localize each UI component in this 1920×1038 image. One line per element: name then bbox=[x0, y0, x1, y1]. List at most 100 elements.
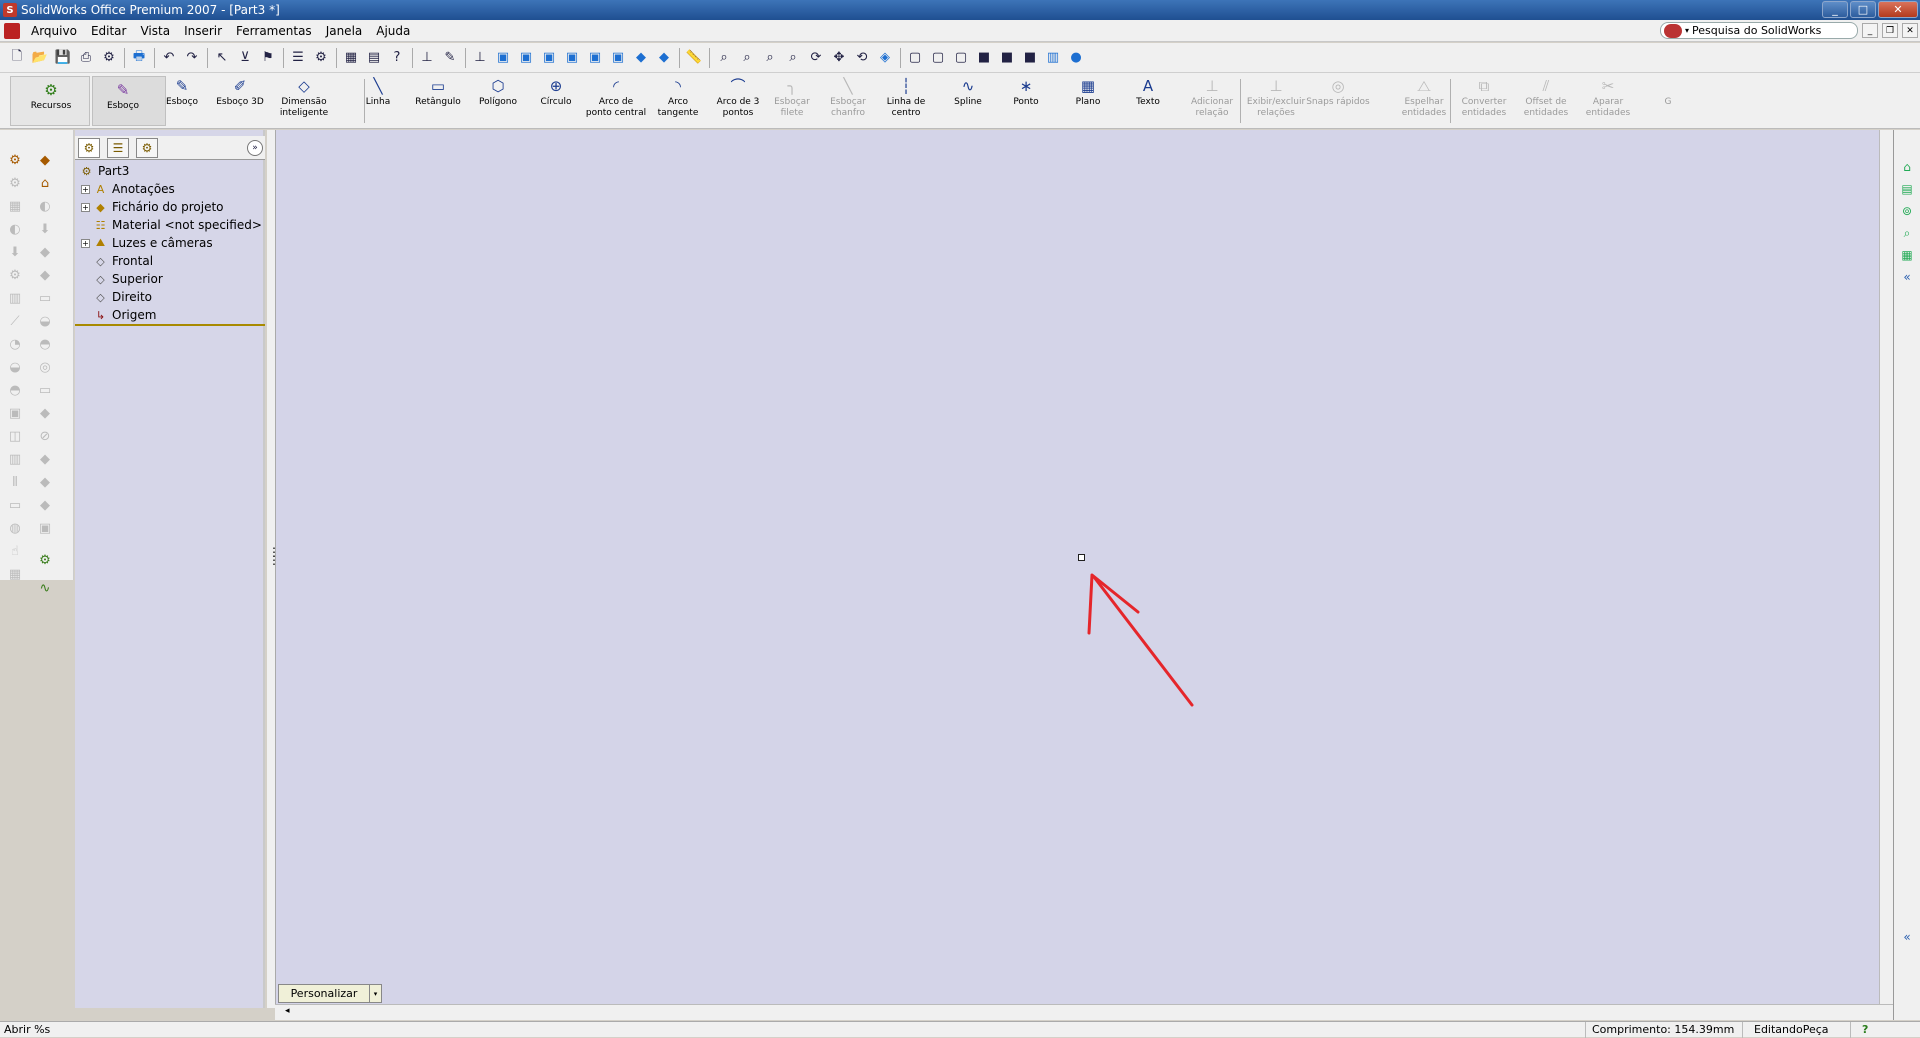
doc-restore-button[interactable]: ❐ bbox=[1882, 23, 1898, 38]
zoom-inout-icon[interactable]: ⌕ bbox=[759, 47, 781, 69]
tree-item[interactable]: ◇ Direito bbox=[81, 288, 152, 306]
customize-control[interactable]: Personalizar ▾ bbox=[278, 984, 382, 1003]
feature-tool-icon[interactable]: ▭ bbox=[33, 380, 57, 400]
shaded-edges-icon[interactable]: ■ bbox=[973, 47, 995, 69]
save-icon[interactable]: 💾 bbox=[52, 47, 74, 69]
configuration-manager-tab-icon[interactable]: ⚙ bbox=[136, 138, 158, 158]
converter-entidades-button[interactable]: ⧉ Converter entidades bbox=[1457, 75, 1511, 127]
tree-item[interactable]: ◇ Frontal bbox=[81, 252, 153, 270]
sketch-tools-icon[interactable]: ✎ bbox=[439, 47, 461, 69]
dimetric-icon[interactable]: ◆ bbox=[653, 47, 675, 69]
rollback-bar[interactable] bbox=[75, 324, 265, 326]
measure-icon[interactable]: 📏 bbox=[683, 47, 705, 69]
linha-button[interactable]: ╲ Linha bbox=[353, 75, 403, 127]
print-preview-icon[interactable]: 🖶 bbox=[128, 47, 150, 69]
property-manager-tab-icon[interactable]: ☰ bbox=[107, 138, 129, 158]
view-palette-icon[interactable]: ▦ bbox=[1898, 246, 1916, 264]
minimize-button[interactable]: _ bbox=[1822, 1, 1848, 18]
normal-to-icon[interactable]: ⊥ bbox=[469, 47, 491, 69]
isometric-icon[interactable]: ◆ bbox=[630, 47, 652, 69]
feature-tool-icon[interactable]: ◍ bbox=[3, 518, 27, 538]
collapse-panel-icon[interactable]: » bbox=[247, 140, 263, 156]
sketch-relations-icon[interactable]: ⊥ bbox=[416, 47, 438, 69]
layer-icon[interactable]: ▤ bbox=[363, 47, 385, 69]
shaded-icon[interactable]: ■ bbox=[996, 47, 1018, 69]
zoom-selection-icon[interactable]: ⌕ bbox=[782, 47, 804, 69]
section-view-icon[interactable]: ▥ bbox=[1042, 47, 1064, 69]
collapse-icon[interactable]: « bbox=[1898, 268, 1916, 286]
hidden-lines-removed-icon[interactable]: ▢ bbox=[950, 47, 972, 69]
feature-tool-icon[interactable]: ⚙ bbox=[3, 265, 27, 285]
left-view-icon[interactable]: ▣ bbox=[538, 47, 560, 69]
feature-tool-icon[interactable]: ◓ bbox=[33, 334, 57, 354]
feature-tool-icon[interactable]: ▣ bbox=[33, 518, 57, 538]
feature-tool-icon[interactable]: ◐ bbox=[3, 219, 27, 239]
feature-tool-icon[interactable]: ▥ bbox=[3, 288, 27, 308]
help-icon[interactable]: ? bbox=[1862, 1023, 1868, 1036]
snaps-rapidos-button[interactable]: ◎ Snaps rápidos bbox=[1305, 75, 1371, 127]
maximize-button[interactable]: □ bbox=[1850, 1, 1876, 18]
rebuild-icon[interactable]: ⚑ bbox=[257, 47, 279, 69]
vertical-scrollbar[interactable] bbox=[1879, 130, 1893, 1004]
tree-item[interactable]: + ◆ Fichário do projeto bbox=[81, 198, 224, 216]
texto-button[interactable]: A Texto bbox=[1123, 75, 1173, 127]
offset-entidades-button[interactable]: ⫽ Offset de entidades bbox=[1517, 75, 1575, 127]
tree-item[interactable]: + A Anotações bbox=[81, 180, 175, 198]
file-explorer-icon[interactable]: ⊚ bbox=[1898, 202, 1916, 220]
feature-tool-icon[interactable]: ▦ bbox=[3, 196, 27, 216]
feature-tool-icon[interactable]: ⟋ bbox=[3, 311, 27, 331]
feature-tool-icon[interactable]: ⫴ bbox=[3, 472, 27, 492]
feature-tool-icon[interactable]: ▣ bbox=[3, 403, 27, 423]
cut-off-button[interactable]: G bbox=[1658, 75, 1678, 127]
feature-tool-icon[interactable]: ◆ bbox=[33, 265, 57, 285]
horizontal-scrollbar[interactable]: ◂ bbox=[275, 1004, 1893, 1020]
feature-tool-icon[interactable]: ⚙ bbox=[3, 150, 27, 170]
feature-tool-icon[interactable]: ◒ bbox=[33, 311, 57, 331]
search-box[interactable]: ▾ Pesquisa do SolidWorks bbox=[1660, 22, 1858, 39]
wireframe-icon[interactable]: ▢ bbox=[904, 47, 926, 69]
expand-icon[interactable]: + bbox=[81, 184, 90, 194]
plano-button[interactable]: ▦ Plano bbox=[1063, 75, 1113, 127]
feature-tool-icon[interactable]: ☝ bbox=[3, 541, 27, 561]
menu-editar[interactable]: Editar bbox=[84, 20, 134, 42]
file-properties-icon[interactable]: ☰ bbox=[287, 47, 309, 69]
feature-tool-icon[interactable]: ⬇ bbox=[3, 242, 27, 262]
feature-tool-icon[interactable]: ◆ bbox=[33, 150, 57, 170]
menu-arquivo[interactable]: Arquivo bbox=[24, 20, 84, 42]
realview-icon[interactable]: ● bbox=[1065, 47, 1087, 69]
feature-tool-icon[interactable]: ▥ bbox=[3, 449, 27, 469]
bottom-view-icon[interactable]: ▣ bbox=[607, 47, 629, 69]
menu-janela[interactable]: Janela bbox=[319, 20, 370, 42]
tab-esboco[interactable]: ✎ Esboço bbox=[92, 76, 166, 126]
tree-item[interactable]: ↳ Origem bbox=[81, 306, 157, 324]
shadows-icon[interactable]: ■ bbox=[1019, 47, 1041, 69]
zoom-fit-icon[interactable]: ⌕ bbox=[713, 47, 735, 69]
select-icon[interactable]: ↖ bbox=[211, 47, 233, 69]
right-view-icon[interactable]: ▣ bbox=[561, 47, 583, 69]
options-icon[interactable]: ⚙ bbox=[98, 47, 120, 69]
retangulo-button[interactable]: ▭ Retângulo bbox=[413, 75, 463, 127]
feature-tool-icon[interactable]: ⌂ bbox=[33, 173, 57, 193]
customize-dropdown-icon[interactable]: ▾ bbox=[370, 984, 382, 1003]
redo-icon[interactable]: ↷ bbox=[181, 47, 203, 69]
feature-tool-icon[interactable]: ⊘ bbox=[33, 426, 57, 446]
home-icon[interactable]: ⌂ bbox=[1898, 158, 1916, 176]
menu-vista[interactable]: Vista bbox=[133, 20, 177, 42]
feature-tool-icon[interactable]: ▭ bbox=[3, 495, 27, 515]
adicionar-relacao-button[interactable]: ⊥ Adicionar relação bbox=[1185, 75, 1239, 127]
spline-button[interactable]: ∿ Spline bbox=[943, 75, 993, 127]
top-view-icon[interactable]: ▣ bbox=[584, 47, 606, 69]
linha-de-centro-button[interactable]: ┆ Linha de centro bbox=[879, 75, 933, 127]
esboco-button[interactable]: ✎ Esboço bbox=[157, 75, 207, 127]
aparar-entidades-button[interactable]: ✂ Aparar entidades bbox=[1581, 75, 1635, 127]
help-icon[interactable]: ? bbox=[386, 47, 408, 69]
new-icon[interactable]: 🗋 bbox=[6, 47, 28, 69]
roll-icon[interactable]: ⟲ bbox=[851, 47, 873, 69]
arco-tangente-button[interactable]: ◝ Arco tangente bbox=[647, 75, 709, 127]
scroll-left-icon[interactable]: ◂ bbox=[285, 1006, 290, 1016]
feature-tool-icon[interactable]: ◎ bbox=[33, 357, 57, 377]
sketch-tool-icon[interactable]: ∿ bbox=[33, 578, 57, 598]
view-orientation-icon[interactable]: ◈ bbox=[874, 47, 896, 69]
options2-icon[interactable]: ⚙ bbox=[310, 47, 332, 69]
espelhar-entidades-button[interactable]: ⧍ Espelhar entidades bbox=[1397, 75, 1451, 127]
